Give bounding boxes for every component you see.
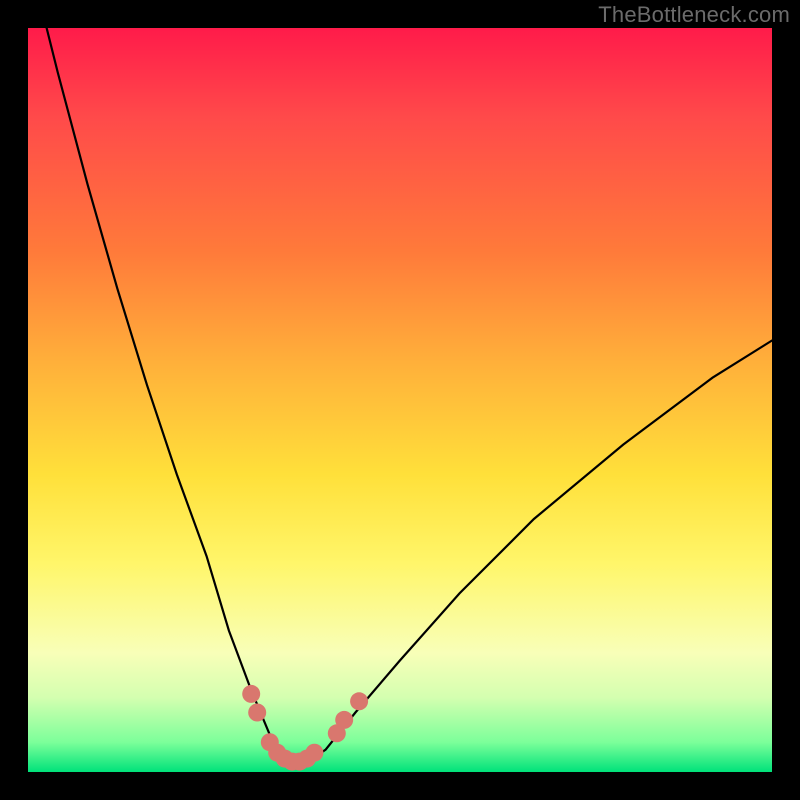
marker-right-cluster-2 [335, 711, 353, 729]
bottleneck-curve-path [28, 0, 772, 765]
marker-left-cluster-1 [242, 685, 260, 703]
outer-frame: TheBottleneck.com [0, 0, 800, 800]
watermark-text: TheBottleneck.com [598, 2, 790, 28]
plot-area [28, 28, 772, 772]
marker-flat-7 [305, 744, 323, 762]
marker-left-cluster-2 [248, 704, 266, 722]
marker-right-cluster-3 [350, 692, 368, 710]
curve-svg [28, 28, 772, 772]
marker-group [242, 685, 368, 771]
